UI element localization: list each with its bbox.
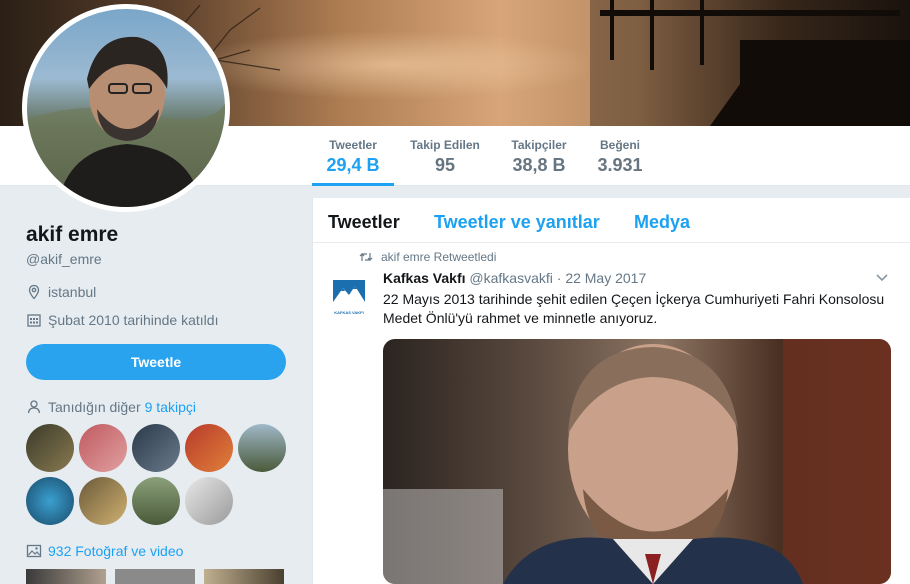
person-icon xyxy=(27,400,41,414)
stat-label: Tweetler xyxy=(329,138,377,152)
photos-videos-link[interactable]: 932 Fotoğraf ve video xyxy=(26,543,183,559)
known-followers-link[interactable]: 9 takipçi xyxy=(145,399,196,415)
profile-name[interactable]: akif emre xyxy=(26,223,118,247)
joined-text: Şubat 2010 tarihinde katıldı xyxy=(48,312,219,328)
tweet-date[interactable]: 22 May 2017 xyxy=(565,270,646,286)
tweet-author-name[interactable]: Kafkas Vakfı xyxy=(383,270,466,286)
tab-tweets[interactable]: Tweetler xyxy=(328,212,400,233)
follower-avatar[interactable] xyxy=(185,424,233,472)
media-thumbnail[interactable] xyxy=(115,569,195,584)
image-icon xyxy=(26,544,42,558)
location-icon xyxy=(28,284,40,300)
follower-avatar[interactable] xyxy=(132,424,180,472)
stat-label: Beğeni xyxy=(599,138,640,152)
stat-tweets[interactable]: Tweetler 29,4 B xyxy=(312,138,394,186)
follower-avatar[interactable] xyxy=(26,424,74,472)
tweet-button[interactable]: Tweetle xyxy=(26,344,286,380)
tweet-separator: · xyxy=(556,270,562,286)
follower-avatar[interactable] xyxy=(132,477,180,525)
profile-handle[interactable]: @akif_emre xyxy=(26,251,102,267)
follower-avatar[interactable] xyxy=(79,424,127,472)
location-text: istanbul xyxy=(48,284,97,300)
timeline-panel: Tweetler Tweetler ve yanıtlar Medya akif… xyxy=(312,198,910,584)
stat-value: 95 xyxy=(434,155,456,175)
retweet-context: akif emre Retweetledi xyxy=(359,250,496,264)
profile-joined: Şubat 2010 tarihinde katıldı xyxy=(26,310,218,330)
tweet-text: 22 Mayıs 2013 tarihinde şehit edilen Çeç… xyxy=(383,291,885,326)
tab-tweets-and-replies[interactable]: Tweetler ve yanıtlar xyxy=(434,212,600,233)
tweet-author-avatar[interactable]: KAFKAS VAKFI xyxy=(331,278,367,315)
profile-avatar[interactable] xyxy=(22,4,230,212)
stat-label: Takip Edilen xyxy=(410,138,480,152)
known-followers-heading: Tanıdığın diğer 9 takipçi xyxy=(26,399,196,415)
banner-pier-silhouette xyxy=(590,0,910,126)
profile-sidebar: akif emre @akif_emre istanbul Şubat 2010… xyxy=(0,186,310,584)
known-followers-prefix: Tanıdığın diğer xyxy=(48,399,141,415)
tab-media[interactable]: Medya xyxy=(634,212,690,233)
follower-avatar[interactable] xyxy=(238,424,286,472)
tweet-author-handle[interactable]: @kafkasvakfi xyxy=(469,270,552,286)
timeline-tabs: Tweetler Tweetler ve yanıtlar Medya xyxy=(313,198,910,243)
stat-label: Takipçiler xyxy=(511,138,567,152)
stat-likes[interactable]: Beğeni 3.931 xyxy=(590,138,650,186)
stat-value: 38,8 B xyxy=(512,155,566,175)
tweet-author-avatar-text: KAFKAS VAKFI xyxy=(334,310,364,315)
media-thumbnail[interactable] xyxy=(204,569,284,584)
media-thumbnail[interactable] xyxy=(26,569,106,584)
follower-avatar[interactable] xyxy=(185,477,233,525)
photos-videos-text: 932 Fotoğraf ve video xyxy=(48,543,184,559)
retweet-context-text: akif emre Retweetledi xyxy=(381,250,497,264)
stat-followers[interactable]: Takipçiler 38,8 B xyxy=(500,138,578,186)
stat-following[interactable]: Takip Edilen 95 xyxy=(404,138,486,186)
calendar-icon xyxy=(27,314,41,327)
follower-avatar[interactable] xyxy=(79,477,127,525)
profile-location: istanbul xyxy=(26,282,96,302)
chevron-down-icon[interactable] xyxy=(876,274,888,282)
follower-avatar[interactable] xyxy=(26,477,74,525)
tweet-photo[interactable] xyxy=(383,339,891,584)
retweet-icon xyxy=(359,253,373,261)
stat-value: 29,4 B xyxy=(326,155,380,175)
stat-value: 3.931 xyxy=(597,155,643,175)
tweet-header: Kafkas Vakfı @kafkasvakfi · 22 May 2017 xyxy=(383,270,646,286)
